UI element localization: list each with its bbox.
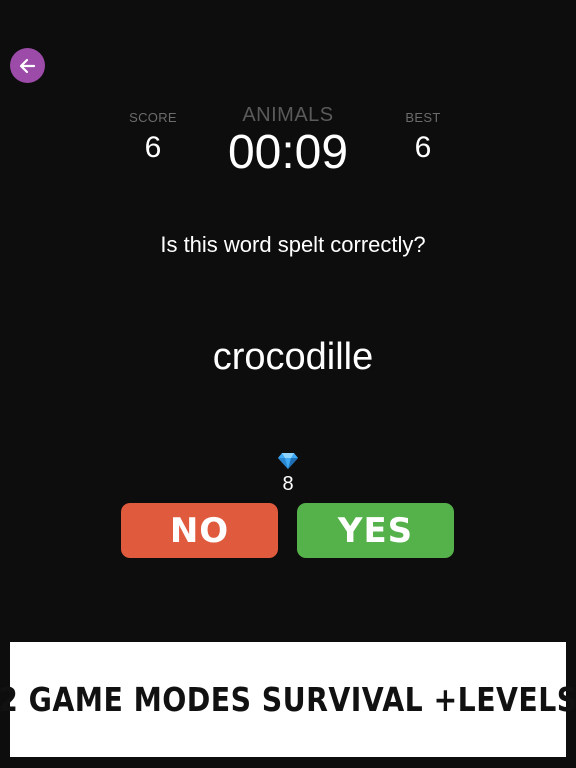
arrow-left-icon [19, 58, 35, 73]
gem-count: 8 [282, 473, 294, 495]
promo-banner-text: 2 GAME MODES SURVIVAL +LEVELS [0, 680, 576, 719]
yes-button[interactable]: YES [297, 503, 454, 558]
back-button[interactable] [10, 48, 45, 83]
promo-banner: 2 GAME MODES SURVIVAL +LEVELS [0, 642, 576, 757]
score-panel: SCORE 6 [118, 110, 188, 165]
game-screen: SCORE 6 ANIMALS 00:09 BEST 6 Is this wor… [0, 0, 576, 768]
timer: 00:09 [227, 126, 349, 179]
best-panel: BEST 6 [388, 110, 458, 165]
category-timer-panel: ANIMALS 00:09 [188, 104, 388, 180]
quiz-word: crocodille [212, 336, 374, 378]
best-value: 6 [414, 131, 432, 164]
score-value: 6 [144, 131, 162, 164]
question-prompt: Is this word spelt correctly? [160, 232, 426, 257]
score-label: SCORE [129, 110, 177, 125]
no-button[interactable]: NO [121, 503, 278, 558]
best-label: BEST [405, 110, 441, 125]
gem-counter: 8 [263, 452, 313, 496]
diamond-icon [278, 453, 298, 469]
category-label: ANIMALS [242, 104, 334, 126]
